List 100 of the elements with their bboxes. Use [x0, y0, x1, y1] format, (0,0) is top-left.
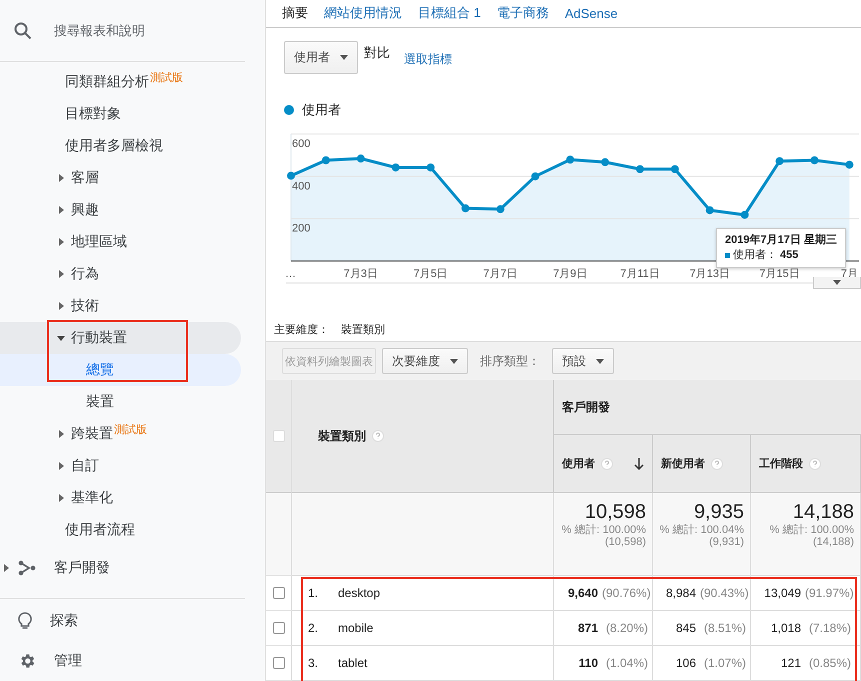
- total-base: (9,931): [709, 536, 744, 548]
- help-icon[interactable]: [711, 458, 723, 470]
- column-header-cell[interactable]: 使用者: [554, 435, 653, 493]
- axis-tick-label: 7月5日: [413, 268, 448, 280]
- data-point: [392, 164, 400, 172]
- total-base: (14,188): [813, 536, 854, 548]
- nav-item[interactable]: 管理: [0, 641, 245, 681]
- help-icon[interactable]: [809, 458, 821, 470]
- nav-item[interactable]: 地理區域: [0, 226, 241, 258]
- data-point: [531, 172, 540, 181]
- data-point: [706, 206, 714, 215]
- table-cell: 845: [676, 621, 696, 635]
- caret-icon: [57, 462, 65, 470]
- row-checkbox[interactable]: [272, 587, 284, 599]
- axis-tick-label: 7月7日: [483, 268, 518, 280]
- table-cell: 9,640: [568, 586, 598, 600]
- nav-item[interactable]: 使用者流程: [0, 514, 241, 546]
- table-cell: tablet: [338, 656, 368, 670]
- table-cell: 121: [780, 656, 801, 670]
- table-cell: 1,018: [770, 621, 801, 635]
- row-index: 1.: [307, 586, 320, 600]
- caret-icon: [57, 302, 65, 310]
- row-checkbox[interactable]: [272, 622, 284, 634]
- data-point: [810, 156, 818, 165]
- caret-icon: [57, 238, 65, 246]
- caret-icon: [596, 358, 604, 364]
- report-tab[interactable]: 目標組合 1: [418, 4, 481, 22]
- nav-section[interactable]: 客戶開發: [0, 550, 265, 586]
- row-index: 2.: [307, 621, 320, 635]
- table-cell-text: (8.51%): [702, 621, 746, 635]
- search-icon[interactable]: [14, 22, 32, 40]
- nav-item[interactable]: 探索: [0, 601, 245, 641]
- row-index: 3.: [307, 656, 320, 670]
- caret-icon: [833, 280, 841, 286]
- data-point: [287, 172, 295, 180]
- column-header: 裝置類別: [318, 428, 366, 444]
- lightbulb-icon: [18, 612, 32, 630]
- dimension-value[interactable]: 裝置類別: [341, 322, 385, 342]
- caret-icon: [57, 334, 65, 342]
- data-point: [845, 161, 854, 170]
- table-cell-text: (0.85%): [808, 656, 851, 670]
- dimension-label: 主要維度：: [274, 322, 329, 338]
- metric-dropdown[interactable]: 使用者: [284, 40, 358, 74]
- secondary-dimension-dropdown[interactable]: 次要維度: [382, 348, 468, 374]
- axis-tick-label: …: [285, 268, 296, 280]
- column-header-cell[interactable]: 新使用者: [653, 435, 751, 493]
- branch-icon: [18, 560, 36, 576]
- legend-label: 使用者: [302, 101, 341, 120]
- column-header[interactable]: 工作階段: [759, 456, 803, 471]
- report-tab[interactable]: AdSense: [564, 6, 618, 21]
- caret-icon: [4, 564, 10, 572]
- nav-item[interactable]: 目標對象: [0, 98, 241, 130]
- nav-item[interactable]: 基準化: [0, 482, 241, 514]
- compare-label: 對比: [364, 44, 390, 62]
- nav-item[interactable]: 行為: [0, 258, 241, 290]
- column-header-cell[interactable]: 工作階段: [751, 435, 861, 493]
- nav-item[interactable]: 行動裝置: [0, 322, 241, 354]
- nav-item[interactable]: 客層: [0, 162, 241, 194]
- help-icon[interactable]: [372, 430, 384, 442]
- chart-tooltip: 2019年7月17日 星期三 使用者： 455: [716, 228, 846, 268]
- sort-type-dropdown[interactable]: 預設: [552, 348, 614, 374]
- sort-arrow-icon[interactable]: [634, 458, 644, 470]
- nav-item[interactable]: 自訂: [0, 450, 241, 482]
- caret-icon: [57, 494, 65, 502]
- axis-tick-label: 7月9日: [553, 268, 588, 280]
- search-field[interactable]: 搜尋報表和說明: [52, 22, 232, 39]
- report-tab[interactable]: 電子商務: [496, 4, 549, 22]
- nav-item[interactable]: 興趣: [0, 194, 241, 226]
- axis-tick-label: 7月13日: [690, 268, 730, 280]
- column-header[interactable]: 使用者: [562, 456, 595, 471]
- data-point: [322, 156, 330, 165]
- data-point: [636, 166, 644, 174]
- axis-tick-label: 7月15日: [759, 268, 800, 280]
- table-cell-text: (1.07%): [702, 656, 746, 670]
- report-tab[interactable]: 網站使用情況: [324, 4, 402, 22]
- data-point: [740, 211, 749, 220]
- nav-item[interactable]: 使用者多層檢視: [0, 130, 241, 162]
- axis-tick-label: 7月11日: [620, 268, 660, 280]
- row-checkbox[interactable]: [272, 657, 284, 669]
- total-share: % 總計: 100.04%: [660, 524, 744, 536]
- table-cell-text: (7.18%): [808, 621, 851, 635]
- data-point: [601, 158, 610, 167]
- table-cell: (90.43%): [700, 586, 746, 600]
- total-base: (10,598): [605, 536, 646, 548]
- select-metric-link[interactable]: 選取指標: [404, 50, 452, 68]
- table-cell: 8,984: [666, 586, 696, 600]
- caret-icon: [450, 358, 458, 364]
- table-cell: (90.76%): [602, 586, 648, 600]
- help-icon[interactable]: [601, 458, 613, 470]
- nav-item[interactable]: 總覽: [0, 354, 241, 386]
- nav-item[interactable]: 裝置: [0, 386, 241, 418]
- data-point: [356, 155, 365, 164]
- nav-item[interactable]: 技術: [0, 290, 241, 322]
- report-tab[interactable]: 摘要: [282, 4, 308, 22]
- total-value: 10,598: [584, 501, 646, 524]
- data-point: [776, 158, 784, 166]
- column-header[interactable]: 新使用者: [661, 456, 705, 471]
- caret-icon: [340, 54, 348, 60]
- expand-button[interactable]: [813, 277, 861, 290]
- table-cell-text: (1.04%): [604, 656, 648, 670]
